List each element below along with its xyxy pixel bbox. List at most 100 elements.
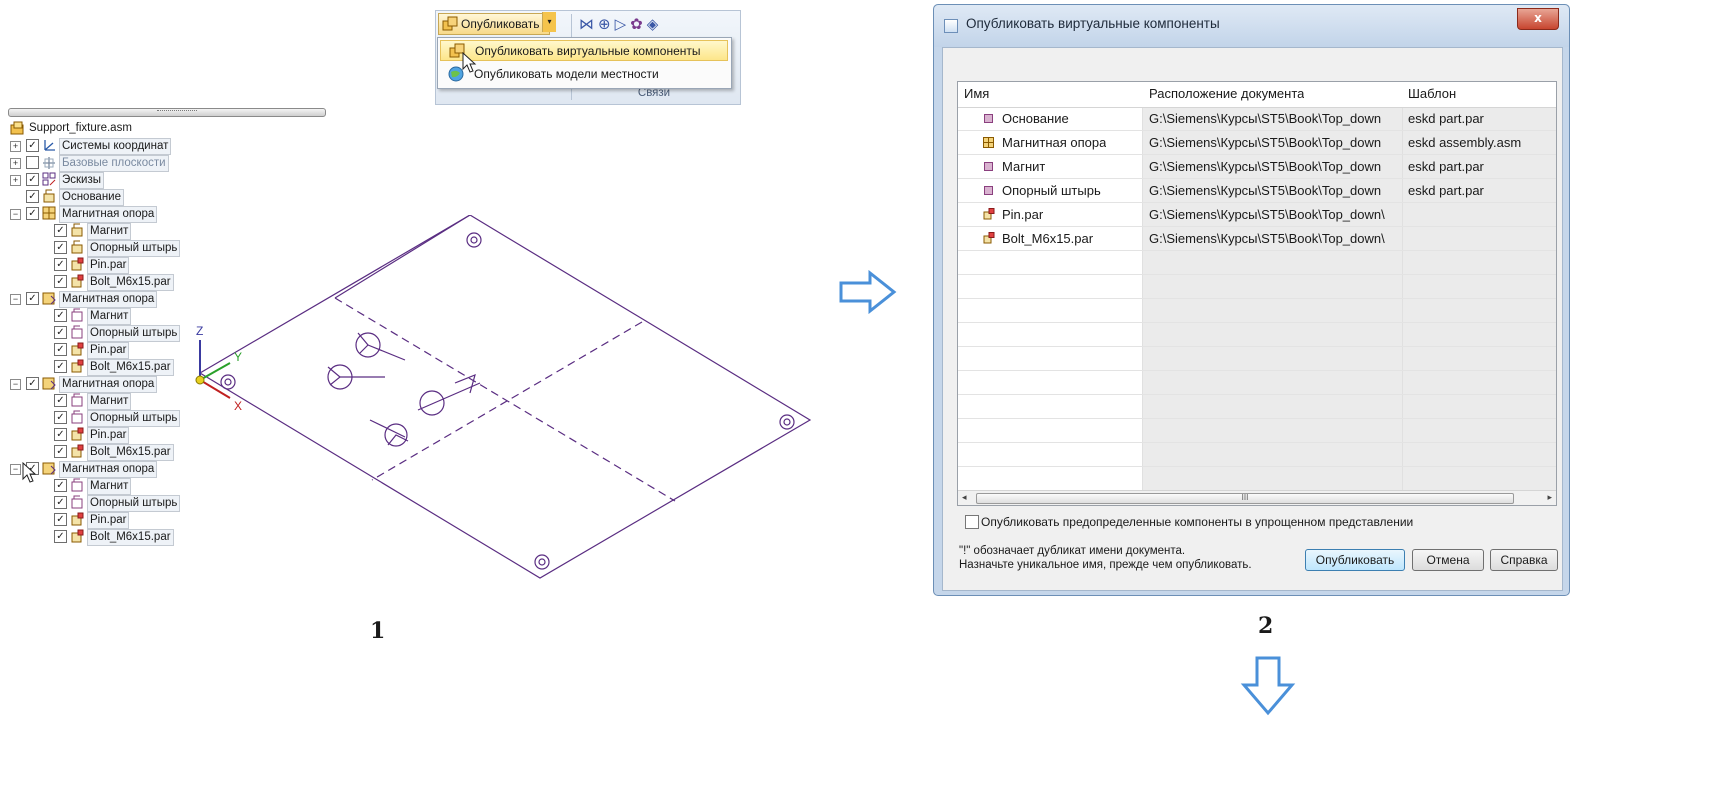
scroll-grip[interactable] [157, 110, 197, 114]
collapse-icon[interactable]: − [10, 209, 21, 220]
visibility-checkbox[interactable]: ✓ [54, 445, 67, 458]
visibility-checkbox[interactable]: ✓ [54, 513, 67, 526]
visibility-checkbox[interactable]: ✓ [26, 139, 39, 152]
component-name: Bolt_M6x15.par [1002, 231, 1094, 246]
tree-item-label: Pin.par [87, 257, 130, 274]
standard-part-icon [71, 427, 84, 441]
visibility-checkbox[interactable]: ✓ [26, 292, 39, 305]
document-location[interactable]: G:\Siemens\Курсы\ST5\Book\Top_down [1149, 179, 1381, 203]
table-row[interactable]: Магнит G:\Siemens\Курсы\ST5\Book\Top_down… [958, 155, 1556, 179]
document-location[interactable]: G:\Siemens\Курсы\ST5\Book\Top_down [1149, 131, 1381, 155]
document-location[interactable]: G:\Siemens\Курсы\ST5\Book\Top_down [1149, 107, 1381, 131]
horizontal-scrollbar[interactable]: ◂ III ▸ [958, 490, 1556, 505]
scroll-left-icon[interactable]: ◂ [962, 492, 967, 503]
visibility-checkbox[interactable]: ✓ [54, 411, 67, 424]
standard-part-icon [983, 232, 995, 244]
scroll-thumb[interactable]: III [976, 493, 1514, 504]
simplified-checkbox[interactable] [965, 515, 979, 529]
menu-publish-virtual-components[interactable]: Опубликовать виртуальные компоненты [440, 40, 728, 61]
standard-part-icon [983, 208, 995, 220]
visibility-checkbox[interactable]: ✓ [54, 428, 67, 441]
template-name[interactable]: eskd part.par [1408, 155, 1484, 179]
tree-item-label: Bolt_M6x15.par [87, 274, 174, 291]
mouse-cursor-icon [462, 52, 477, 73]
visibility-checkbox[interactable]: ✓ [54, 496, 67, 509]
document-location[interactable]: G:\Siemens\Курсы\ST5\Book\Top_down [1149, 155, 1381, 179]
close-button[interactable]: x [1517, 8, 1559, 30]
collapse-icon[interactable]: − [10, 464, 21, 475]
arrow-right-icon [839, 270, 897, 314]
expand-icon[interactable]: + [10, 175, 21, 186]
tree-item-label: Опорный штырь [87, 240, 181, 257]
flip-icon[interactable]: ▷ [615, 15, 631, 33]
pattern-icon[interactable]: ⊕ [598, 15, 615, 33]
visibility-checkbox[interactable]: ✓ [54, 360, 67, 373]
coordinate-triad: Z Y X [195, 324, 242, 413]
inspect-icon[interactable]: ◈ [647, 15, 663, 33]
window-icon [944, 19, 958, 33]
visibility-checkbox[interactable]: ✓ [54, 241, 67, 254]
scroll-right-icon[interactable]: ▸ [1547, 492, 1552, 503]
visibility-checkbox[interactable]: ✓ [54, 343, 67, 356]
template-name[interactable]: eskd assembly.asm [1408, 131, 1521, 155]
column-header-template[interactable]: Шаблон [1408, 82, 1456, 106]
links-icon[interactable]: ✿ [630, 15, 647, 33]
menu-item-label: Опубликовать виртуальные компоненты [475, 44, 701, 58]
assembly-pattern-icon [42, 292, 56, 305]
component-name: Основание [1002, 111, 1069, 126]
visibility-checkbox[interactable]: ✓ [26, 173, 39, 186]
table-row[interactable]: Bolt_M6x15.par G:\Siemens\Курсы\ST5\Book\… [958, 227, 1556, 251]
visibility-checkbox[interactable]: ✓ [54, 394, 67, 407]
tree-item-label: Bolt_M6x15.par [87, 359, 174, 376]
visibility-checkbox[interactable]: ✓ [26, 377, 39, 390]
axis-x-label: X [234, 399, 242, 413]
assembly-3d-viewport[interactable]: Z Y X [190, 215, 830, 585]
visibility-checkbox[interactable]: ✓ [54, 309, 67, 322]
table-row[interactable]: Pin.par G:\Siemens\Курсы\ST5\Book\Top_dow… [958, 203, 1556, 227]
help-button[interactable]: Справка [1490, 549, 1558, 571]
virtual-part-icon [71, 223, 83, 237]
tree-item-label: Системы координат [59, 138, 172, 155]
visibility-checkbox[interactable]: ✓ [54, 530, 67, 543]
visibility-checkbox[interactable] [26, 156, 39, 169]
document-location[interactable]: G:\Siemens\Курсы\ST5\Book\Top_down\ [1149, 227, 1385, 251]
component-name: Pin.par [1002, 207, 1044, 222]
publish-button[interactable]: Опубликовать [1305, 549, 1405, 571]
table-row [958, 323, 1556, 347]
standard-part-icon [71, 444, 84, 458]
visibility-checkbox[interactable]: ✓ [54, 258, 67, 271]
visibility-checkbox[interactable]: ✓ [26, 190, 39, 203]
collapse-icon[interactable]: − [10, 379, 21, 390]
virtual-part-icon [43, 189, 55, 203]
collapse-icon[interactable]: − [10, 294, 21, 305]
mirror-icon[interactable]: ⋈ [579, 15, 598, 33]
column-header-location[interactable]: Расположение документа [1149, 82, 1304, 106]
column-header-name[interactable]: Имя [964, 82, 989, 106]
visibility-checkbox[interactable]: ✓ [54, 326, 67, 339]
chevron-down-icon[interactable]: ▾ [542, 12, 556, 32]
visibility-checkbox[interactable]: ✓ [26, 207, 39, 220]
publish-split-button[interactable]: Опубликовать [438, 13, 550, 35]
cancel-button[interactable]: Отмена [1412, 549, 1484, 571]
table-row[interactable]: Основание G:\Siemens\Курсы\ST5\Book\Top_d… [958, 107, 1556, 131]
menu-publish-terrain-models[interactable]: Опубликовать модели местности [440, 64, 728, 85]
expand-icon[interactable]: + [10, 158, 21, 169]
visibility-checkbox[interactable]: ✓ [54, 224, 67, 237]
visibility-checkbox[interactable]: ✓ [54, 479, 67, 492]
table-row [958, 467, 1556, 491]
expand-icon[interactable]: + [10, 141, 21, 152]
standard-part-icon [71, 342, 84, 356]
table-row[interactable]: Магнитная опора G:\Siemens\Курсы\ST5\Book… [958, 131, 1556, 155]
document-location[interactable]: G:\Siemens\Курсы\ST5\Book\Top_down\ [1149, 203, 1385, 227]
component-name: Магнит [1002, 159, 1046, 174]
table-row [958, 275, 1556, 299]
tree-scrollbar[interactable] [8, 108, 326, 117]
dialog-titlebar[interactable]: Опубликовать виртуальные компоненты x [934, 5, 1569, 47]
template-name[interactable]: eskd part.par [1408, 179, 1484, 203]
tree-item-label: Магнит [87, 393, 132, 410]
publish-icon [442, 16, 458, 31]
template-name[interactable]: eskd part.par [1408, 107, 1484, 131]
table-row[interactable]: Опорный штырь G:\Siemens\Курсы\ST5\Book\T… [958, 179, 1556, 203]
ribbon-tools: ⋈⊕▷✿◈ [579, 15, 662, 33]
visibility-checkbox[interactable]: ✓ [54, 275, 67, 288]
